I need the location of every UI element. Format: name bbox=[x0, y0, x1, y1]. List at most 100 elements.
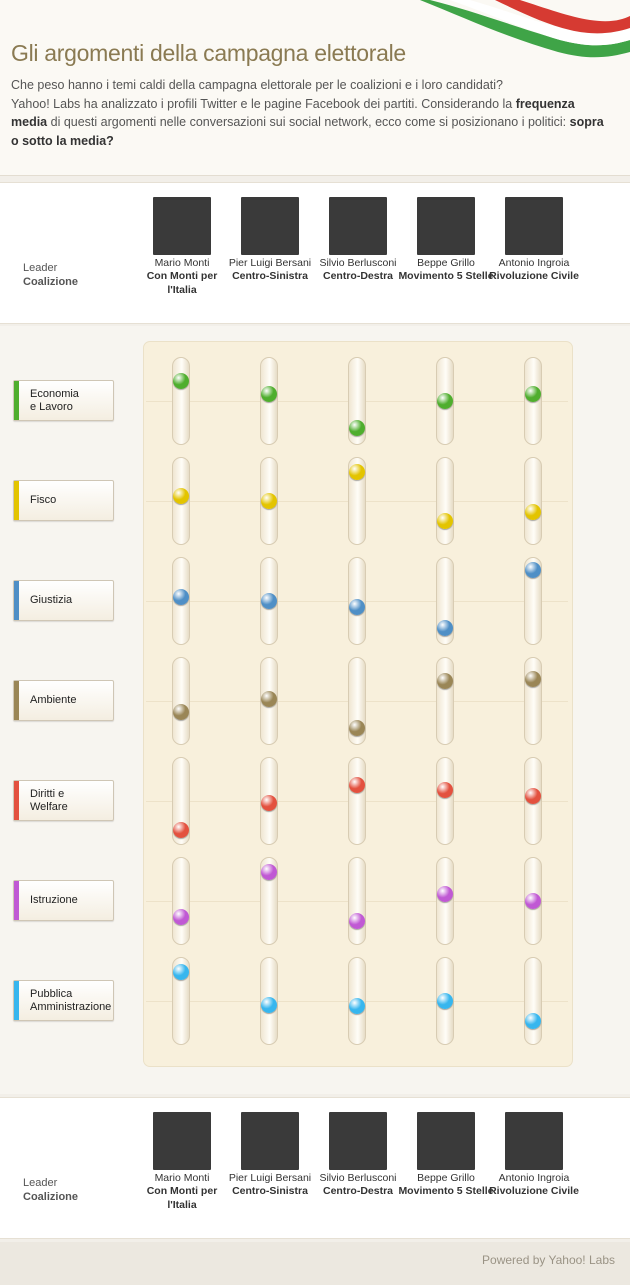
data-point-ball bbox=[349, 720, 365, 736]
data-point-ball bbox=[525, 787, 541, 804]
slider-track bbox=[172, 657, 190, 745]
slider-track bbox=[348, 857, 366, 945]
data-point-ball bbox=[437, 993, 453, 1009]
leader-monti: Mario Monti Con Monti per l'Italia bbox=[132, 1112, 232, 1212]
topic-label-card: Ambiente bbox=[13, 680, 114, 721]
leader-ingroia: Antonio Ingroia Rivoluzione Civile bbox=[484, 1112, 584, 1199]
topic-label-card: Giustizia bbox=[13, 580, 114, 621]
leader-bersani: Pier Luigi Bersani Centro-Sinistra bbox=[220, 197, 320, 284]
leaders-header-bottom: Leader Coalizione Mario Monti Con Monti … bbox=[0, 1097, 630, 1239]
slider-track bbox=[348, 757, 366, 845]
leader-coalition: Movimento 5 Stelle bbox=[398, 270, 494, 283]
coalition-label: Coalizione bbox=[23, 1191, 79, 1203]
data-point-ball bbox=[349, 420, 365, 436]
leader-name: Pier Luigi Bersani bbox=[228, 257, 312, 269]
topic-label: Giustizia bbox=[30, 594, 73, 606]
leader-name: Mario Monti bbox=[154, 1172, 210, 1184]
slider-track bbox=[436, 757, 454, 845]
leader-coalition: Movimento 5 Stelle bbox=[398, 1185, 494, 1198]
data-point-ball bbox=[525, 893, 541, 909]
powered-by-label: Powered by Yahoo! Labs bbox=[482, 1253, 615, 1267]
data-point-ball bbox=[437, 512, 453, 529]
leader-ingroia: Antonio Ingroia Rivoluzione Civile bbox=[484, 197, 584, 284]
topic-label-card: Diritti e Welfare bbox=[13, 780, 114, 821]
data-point-ball bbox=[437, 393, 453, 409]
data-point-ball bbox=[261, 996, 277, 1013]
avatar bbox=[241, 197, 299, 255]
italian-flag-ribbon bbox=[420, 0, 630, 58]
leader-coalition: Rivoluzione Civile bbox=[489, 1185, 579, 1198]
coalition-label: Coalizione bbox=[23, 276, 79, 288]
leader-name: Silvio Berlusconi bbox=[319, 257, 397, 269]
leader-coalition: Centro-Destra bbox=[322, 1185, 393, 1198]
leader-coalition-label: Leader Coalizione bbox=[23, 1176, 78, 1204]
intro-text: Che peso hanno i temi caldi della campag… bbox=[11, 76, 611, 150]
topic-color-swatch bbox=[14, 781, 19, 820]
slider-track bbox=[172, 857, 190, 945]
intro-line-2b: di questi argomenti nelle conversazioni … bbox=[47, 115, 570, 130]
slider-track bbox=[524, 657, 542, 745]
data-point-ball bbox=[261, 493, 277, 509]
data-point-ball bbox=[261, 593, 277, 609]
leader-coalition: Con Monti per l'Italia bbox=[146, 270, 218, 296]
slider-track bbox=[436, 457, 454, 545]
avatar bbox=[153, 197, 211, 255]
topic-color-swatch bbox=[14, 981, 19, 1020]
leader-name: Silvio Berlusconi bbox=[319, 1172, 397, 1184]
topic-label-card: Istruzione bbox=[13, 880, 114, 921]
data-point-ball bbox=[261, 794, 277, 811]
infographic-page: Gli argomenti della campagna elettorale … bbox=[0, 0, 630, 1285]
avatar bbox=[505, 1112, 563, 1170]
avatar bbox=[329, 197, 387, 255]
leader-coalition: Rivoluzione Civile bbox=[489, 270, 579, 283]
leader-name: Beppe Grillo bbox=[417, 257, 475, 269]
leader-label: Leader bbox=[23, 262, 58, 274]
avatar bbox=[417, 197, 475, 255]
topic-label-card: Economia e Lavoro bbox=[13, 380, 114, 421]
topic-label: Istruzione bbox=[30, 894, 78, 906]
data-point-ball bbox=[261, 385, 277, 402]
topic-label: Fisco bbox=[30, 494, 57, 506]
avatar bbox=[241, 1112, 299, 1170]
topic-color-swatch bbox=[14, 581, 19, 620]
leader-coalition-label: Leader Coalizione bbox=[23, 261, 78, 289]
leader-name: Mario Monti bbox=[154, 257, 210, 269]
leader-coalition: Centro-Sinistra bbox=[232, 1185, 308, 1198]
leader-bersani: Pier Luigi Bersani Centro-Sinistra bbox=[220, 1112, 320, 1199]
avatar bbox=[417, 1112, 475, 1170]
header: Gli argomenti della campagna elettorale … bbox=[0, 0, 630, 176]
leader-label: Leader bbox=[23, 1177, 58, 1189]
leader-monti: Mario Monti Con Monti per l'Italia bbox=[132, 197, 232, 297]
topic-label-card: Fisco bbox=[13, 480, 114, 521]
data-point-ball bbox=[525, 1012, 541, 1029]
slider-track bbox=[436, 657, 454, 745]
avatar bbox=[153, 1112, 211, 1170]
avatar bbox=[329, 1112, 387, 1170]
data-point-ball bbox=[349, 776, 365, 793]
topic-label: Diritti e Welfare bbox=[30, 787, 68, 813]
leader-coalition: Centro-Sinistra bbox=[232, 270, 308, 283]
intro-line-1: Che peso hanno i temi caldi della campag… bbox=[11, 78, 503, 92]
slider-track bbox=[524, 457, 542, 545]
leader-name: Antonio Ingroia bbox=[498, 257, 570, 269]
leader-coalition: Con Monti per l'Italia bbox=[146, 1185, 218, 1211]
topic-label: Ambiente bbox=[30, 694, 77, 706]
leader-berlusconi: Silvio Berlusconi Centro-Destra bbox=[308, 197, 408, 284]
data-point-ball bbox=[525, 385, 541, 402]
intro-line-2a: Yahoo! Labs ha analizzato i profili Twit… bbox=[11, 96, 516, 111]
leader-name: Beppe Grillo bbox=[417, 1172, 475, 1184]
topic-label: Pubblica Amministrazione bbox=[30, 987, 112, 1013]
slider-track bbox=[172, 357, 190, 445]
data-point-ball bbox=[173, 703, 189, 720]
leader-name: Antonio Ingroia bbox=[498, 1172, 570, 1184]
leader-grillo: Beppe Grillo Movimento 5 Stelle bbox=[396, 197, 496, 284]
leader-name: Pier Luigi Bersani bbox=[228, 1172, 312, 1184]
data-point-ball bbox=[173, 487, 189, 504]
data-point-ball bbox=[349, 912, 365, 929]
slider-track bbox=[524, 957, 542, 1045]
topic-color-swatch bbox=[14, 681, 19, 720]
topic-label-card: Pubblica Amministrazione bbox=[13, 980, 114, 1021]
data-point-ball bbox=[173, 821, 189, 838]
topic-color-swatch bbox=[14, 481, 19, 520]
leader-coalition: Centro-Destra bbox=[322, 270, 393, 283]
